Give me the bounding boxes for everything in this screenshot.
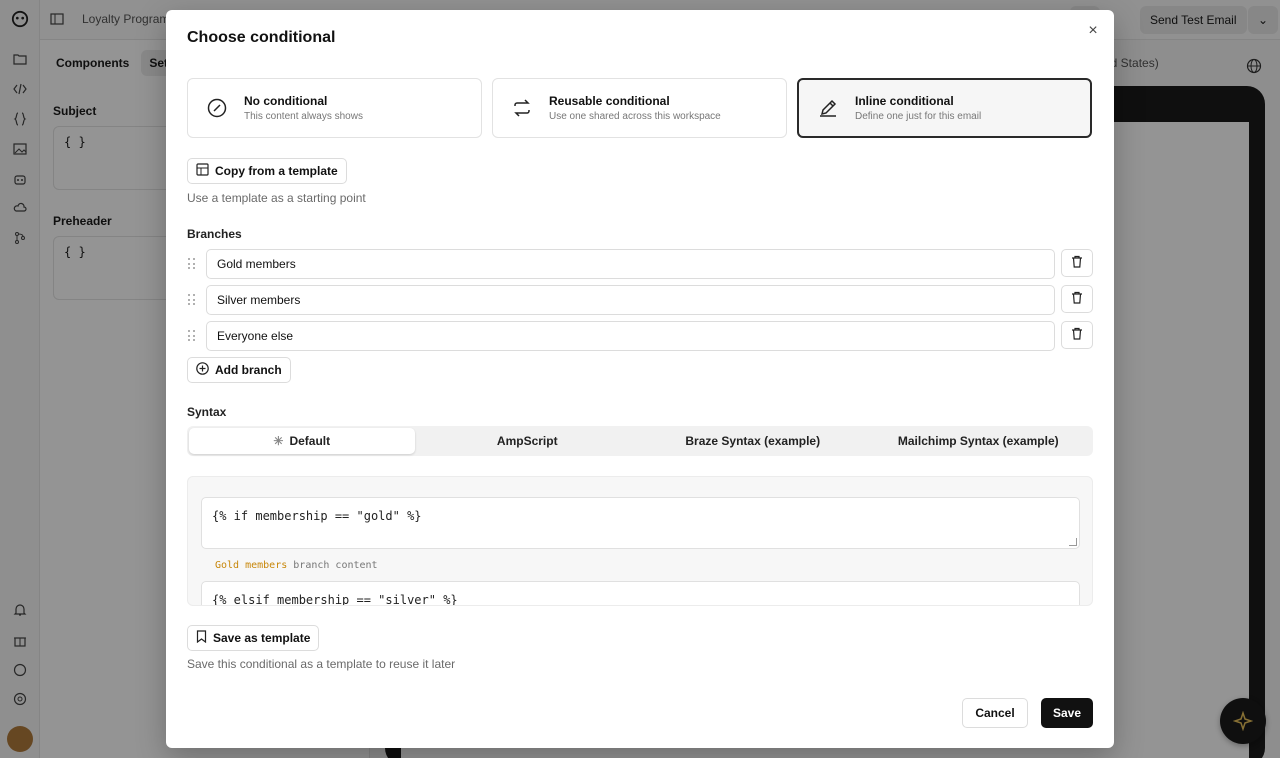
pencil-icon bbox=[818, 98, 838, 118]
choose-conditional-dialog: Choose conditional × No conditional This… bbox=[166, 10, 1114, 748]
option-description: Use one shared across this workspace bbox=[549, 111, 721, 122]
delete-branch-button[interactable] bbox=[1061, 285, 1093, 313]
syntax-label: Syntax bbox=[187, 405, 227, 419]
template-icon bbox=[196, 163, 209, 179]
branch-note-name: Gold members bbox=[215, 560, 288, 571]
save-button[interactable]: Save bbox=[1041, 698, 1093, 728]
close-icon[interactable]: × bbox=[1085, 23, 1101, 39]
bookmark-icon bbox=[196, 630, 207, 646]
branch-note-suffix: branch content bbox=[293, 560, 378, 571]
condition-code-field[interactable]: {% elsif membership == "silver" %} bbox=[201, 581, 1080, 606]
trash-icon bbox=[1071, 291, 1083, 307]
branch-note: Gold members branch content bbox=[215, 560, 378, 571]
add-branch-label: Add branch bbox=[215, 363, 282, 377]
plus-circle-icon bbox=[196, 362, 209, 378]
slash-circle-icon bbox=[207, 98, 227, 118]
syntax-option-braze[interactable]: Braze Syntax (example) bbox=[640, 428, 866, 454]
copy-template-hint: Use a template as a starting point bbox=[187, 191, 366, 205]
syntax-option-ampscript[interactable]: AmpScript bbox=[415, 428, 641, 454]
copy-template-label: Copy from a template bbox=[215, 164, 338, 178]
option-title: No conditional bbox=[244, 94, 328, 108]
cancel-button[interactable]: Cancel bbox=[962, 698, 1028, 728]
branch-name-input[interactable] bbox=[206, 285, 1055, 315]
option-description: Define one just for this email bbox=[855, 111, 982, 122]
save-as-template-button[interactable]: Save as template bbox=[187, 625, 320, 651]
option-title: Inline conditional bbox=[855, 94, 954, 108]
condition-code-field[interactable]: {% if membership == "gold" %} bbox=[201, 497, 1080, 549]
delete-branch-button[interactable] bbox=[1061, 321, 1093, 349]
code-line: {% elsif membership == "silver" %} bbox=[212, 593, 458, 606]
syntax-selector: ✳ Default AmpScript Braze Syntax (example… bbox=[187, 426, 1093, 456]
repeat-icon bbox=[512, 98, 532, 118]
dialog-title: Choose conditional bbox=[187, 29, 336, 46]
syntax-option-mailchimp[interactable]: Mailchimp Syntax (example) bbox=[866, 428, 1092, 454]
trash-icon bbox=[1071, 327, 1083, 343]
resize-handle[interactable] bbox=[1069, 538, 1077, 546]
option-description: This content always shows bbox=[244, 111, 363, 122]
branches-label: Branches bbox=[187, 227, 242, 241]
save-template-label: Save as template bbox=[213, 631, 311, 645]
drag-handle-icon[interactable] bbox=[188, 258, 196, 270]
drag-handle-icon[interactable] bbox=[188, 330, 196, 342]
option-inline-conditional[interactable]: Inline conditional Define one just for t… bbox=[797, 78, 1092, 138]
code-editor: {% if membership == "gold" %} Gold membe… bbox=[187, 476, 1093, 606]
add-branch-button[interactable]: Add branch bbox=[187, 357, 291, 383]
asterisk-icon: ✳ bbox=[273, 434, 284, 448]
drag-handle-icon[interactable] bbox=[188, 294, 196, 306]
syntax-option-default[interactable]: ✳ Default bbox=[189, 428, 415, 454]
branch-name-input[interactable] bbox=[206, 321, 1055, 351]
code-line: {% if membership == "gold" %} bbox=[212, 509, 422, 523]
copy-from-template-button[interactable]: Copy from a template bbox=[187, 158, 347, 184]
option-title: Reusable conditional bbox=[549, 94, 670, 108]
syntax-option-label: Default bbox=[289, 434, 331, 448]
trash-icon bbox=[1071, 255, 1083, 271]
delete-branch-button[interactable] bbox=[1061, 249, 1093, 277]
branch-name-input[interactable] bbox=[206, 249, 1055, 279]
save-template-hint: Save this conditional as a template to r… bbox=[187, 657, 456, 671]
option-no-conditional[interactable]: No conditional This content always shows bbox=[187, 78, 482, 138]
option-reusable-conditional[interactable]: Reusable conditional Use one shared acro… bbox=[492, 78, 787, 138]
